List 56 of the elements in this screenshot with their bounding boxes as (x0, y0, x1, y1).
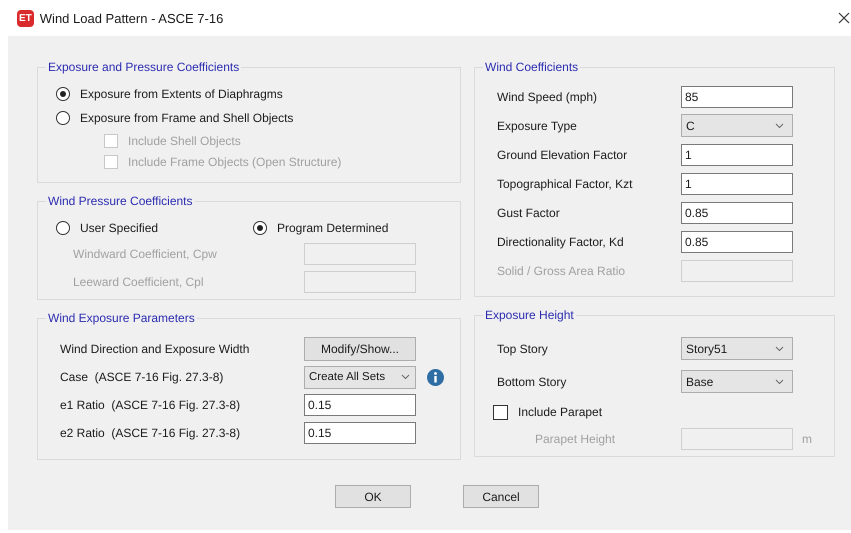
chevron-down-icon (401, 374, 410, 380)
dropdown[interactable]: Create All Sets (304, 366, 416, 388)
radio-button[interactable] (253, 221, 267, 235)
field-label: e1 Ratio (ASCE 7-16 Fig. 27.3-8) (60, 398, 242, 412)
close-icon[interactable] (838, 12, 850, 24)
field-label: Directionality Factor, Kd (497, 234, 625, 248)
input-field[interactable]: 0.85 (681, 230, 793, 252)
chevron-down-icon (775, 122, 784, 128)
dropdown[interactable]: Base (681, 370, 793, 393)
field-label: Bottom Story (497, 374, 568, 388)
field-label: Gust Factor (497, 206, 561, 220)
radio-label: Exposure from Extents of Diaphragms (80, 87, 283, 101)
info-icon[interactable] (427, 368, 444, 386)
field-label: Solid / Gross Area Ratio (497, 264, 626, 278)
group-title: Wind Coefficients (484, 60, 580, 74)
window-title: Wind Load Pattern - ASCE 7-16 (40, 10, 224, 26)
dropdown[interactable]: Story51 (681, 337, 793, 360)
radio-label: User Specified (80, 221, 158, 235)
checkbox-label: Include Parapet (518, 405, 604, 419)
input-field[interactable]: 0.15 (304, 394, 416, 416)
dialog-button[interactable]: OK (335, 485, 411, 508)
field-label: Leeward Coefficient, Cpl (73, 275, 205, 289)
input-field[interactable]: 1 (681, 172, 793, 194)
radio-label: Program Determined (277, 221, 388, 235)
radio-button[interactable] (56, 111, 70, 125)
input-field[interactable]: 1 (681, 144, 793, 166)
chevron-down-icon (775, 346, 784, 352)
modify-show-button[interactable]: Modify/Show... (304, 337, 416, 361)
group-title: Exposure and Pressure Coefficients (47, 60, 240, 74)
field-label: Exposure Type (497, 118, 578, 132)
app-logo: ET (17, 10, 34, 26)
field-label: Topographical Factor, Kzt (497, 176, 634, 190)
chevron-down-icon (775, 378, 784, 384)
radio-label: Exposure from Frame and Shell Objects (80, 111, 294, 125)
field-label: Case (ASCE 7-16 Fig. 27.3-8) (60, 370, 224, 384)
field-label: Windward Coefficient, Cpw (73, 247, 218, 261)
dropdown[interactable]: C (681, 114, 793, 137)
field-label: Wind Direction and Exposure Width (60, 342, 250, 356)
radio-button[interactable] (56, 221, 70, 235)
input-field[interactable]: 0.15 (304, 422, 416, 444)
group-title: Exposure Height (484, 308, 575, 322)
unit-label: m (802, 432, 812, 446)
checkbox-label: Include Frame Objects (Open Structure) (128, 154, 342, 168)
field-label: e2 Ratio (ASCE 7-16 Fig. 27.3-8) (60, 426, 242, 440)
input-field[interactable]: 0.85 (681, 202, 793, 224)
group-title: Wind Pressure Coefficients (47, 194, 194, 208)
field-label: Top Story (497, 342, 549, 356)
group-title: Wind Exposure Parameters (47, 311, 196, 325)
input-field[interactable]: 85 (681, 86, 793, 108)
dialog-button[interactable]: Cancel (463, 485, 539, 508)
radio-button[interactable] (56, 87, 70, 101)
field-label: Ground Elevation Factor (497, 148, 628, 162)
checkbox[interactable] (493, 404, 508, 420)
field-label: Parapet Height (534, 432, 616, 446)
field-label: Wind Speed (mph) (497, 90, 598, 104)
checkbox-label: Include Shell Objects (128, 134, 241, 148)
